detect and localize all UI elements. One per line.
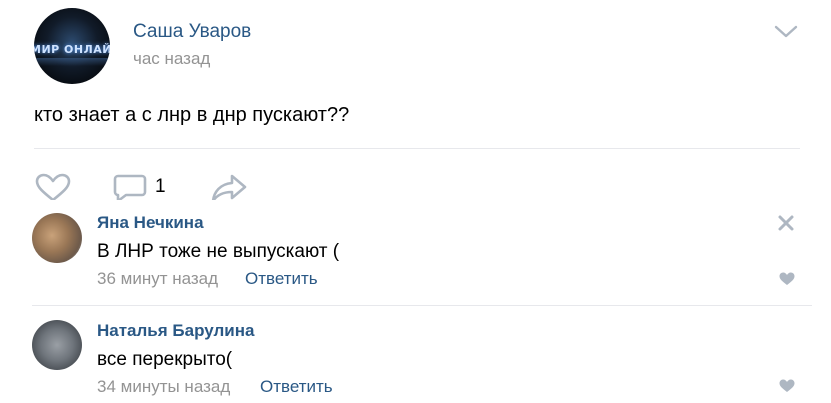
reply-link[interactable]: Ответить <box>245 269 318 289</box>
post-author-name[interactable]: Саша Уваров <box>133 21 251 43</box>
comment-count[interactable]: 1 <box>155 176 166 198</box>
comment-timestamp[interactable]: 36 минут назад <box>97 269 218 289</box>
post-actions-bar: 1 <box>0 170 831 204</box>
comment-author-name[interactable]: Наталья Барулина <box>97 321 254 341</box>
comment-timestamp[interactable]: 34 минуты назад <box>97 377 230 397</box>
reply-link[interactable]: Ответить <box>260 377 333 397</box>
chevron-down-icon[interactable] <box>774 24 798 40</box>
comment-divider <box>32 305 812 306</box>
post-timestamp[interactable]: час назад <box>133 49 210 69</box>
comment-author-avatar[interactable] <box>32 320 82 370</box>
post-divider <box>34 148 800 149</box>
heart-icon[interactable] <box>779 379 795 393</box>
avatar-logo-reflection <box>34 58 110 66</box>
post-author-avatar[interactable]: МИР ОНЛАЙН <box>34 8 110 84</box>
post-text: кто знает а с лнр в днр пускают?? <box>34 104 350 126</box>
comment-text: В ЛНР тоже не выпускают ( <box>97 241 340 262</box>
close-icon[interactable] <box>777 214 795 232</box>
comments-list: Яна Нечкина В ЛНР тоже не выпускают ( 36… <box>32 200 812 403</box>
comment-author-avatar[interactable] <box>32 213 82 263</box>
avatar-logo-text: МИР ОНЛАЙН <box>34 43 110 56</box>
comment-text: все перекрыто( <box>97 349 233 370</box>
heart-icon[interactable] <box>779 272 795 286</box>
comment-author-name[interactable]: Яна Нечкина <box>97 213 204 233</box>
